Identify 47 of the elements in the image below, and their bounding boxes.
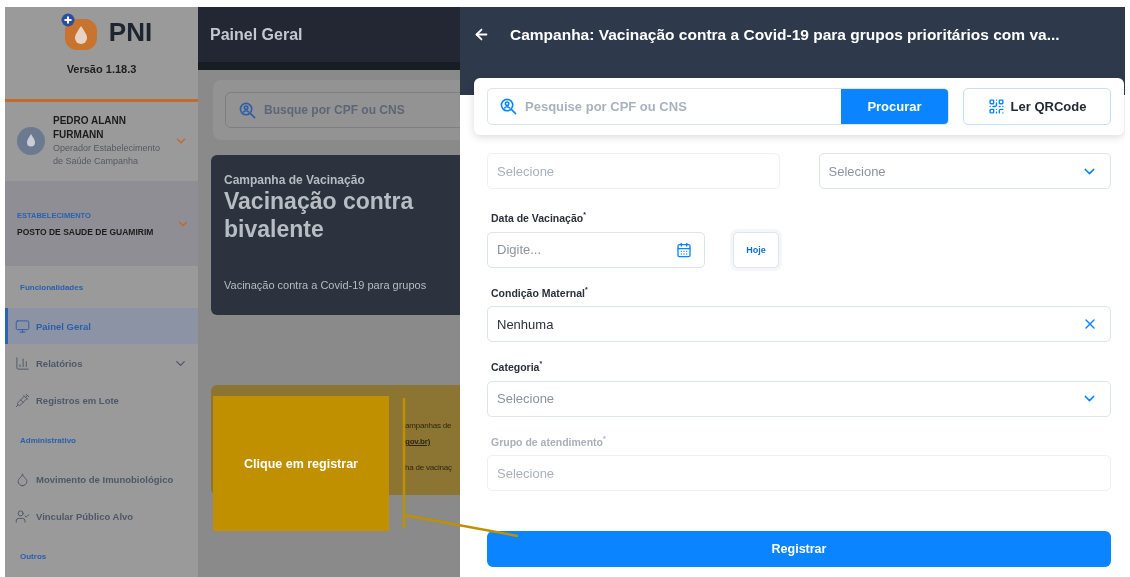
select-field[interactable]: Selecione <box>818 153 1111 189</box>
version-text: Versão 1.18.3 <box>66 63 137 75</box>
field-label: Data de Vacinação$^{*}$ <box>491 210 587 225</box>
user-role: Operador Estabelecimento de Saúde Campanha <box>53 142 162 169</box>
app-name: PNI <box>108 16 153 48</box>
campaign-title: Vacinação contra <box>224 187 415 215</box>
search-icon <box>239 101 256 119</box>
campaign-description: Vacinação contra a Covid-19 para grupos <box>224 279 428 291</box>
section-title: Funcionalidades <box>19 282 85 295</box>
field-label: Grupo de atendimento$^{*}$ <box>491 433 607 448</box>
monitor-icon <box>15 318 30 334</box>
user-check-icon <box>15 508 30 524</box>
field-label: Condição Maternal$^{*}$ <box>491 284 589 299</box>
sidebar-item[interactable]: Relatórios <box>5 345 198 382</box>
sidebar-item[interactable]: Registros em Lote <box>5 382 198 419</box>
field-label: Categoria$^{*}$ <box>491 359 544 374</box>
notice-link[interactable]: gov.br) <box>405 435 431 448</box>
sidebar-item[interactable]: Vincular Público Alvo <box>5 498 198 534</box>
sidebar-item[interactable]: Movimento de Imunobiológico <box>5 461 198 498</box>
campaign-eyebrow: Campanha de Vacinação <box>224 173 366 187</box>
establishment-name: POSTO DE SAUDE DE GUAMIRIM <box>17 226 155 237</box>
page-title: Painel Geral <box>210 25 303 44</box>
notice-text: ampanhas de <box>405 420 452 432</box>
select-field[interactable]: Selecione <box>487 380 1111 417</box>
droplet-icon <box>15 471 30 487</box>
bar-chart-icon <box>15 355 30 371</box>
register-button[interactable]: Registrar <box>487 531 1111 567</box>
search-button[interactable]: Procurar <box>841 89 948 124</box>
search-icon <box>500 98 517 115</box>
notice-text: ha de vacinaç <box>405 462 452 474</box>
section-title: Administrativo <box>19 435 77 448</box>
sidebar-item[interactable]: Painel Geral <box>5 308 198 345</box>
today-button[interactable]: Hoje <box>733 231 779 268</box>
section-title: Outros <box>19 551 48 563</box>
search-field[interactable]: Pesquise por CPF ou CNS Procurar <box>487 88 949 125</box>
avatar-icon <box>17 127 45 156</box>
user-name: PEDRO ALANN FURMANN <box>53 114 127 143</box>
drawer-title: Campanha: Vacinação contra a Covid-19 para grupos prioritários com va... <box>510 25 1060 44</box>
logo-icon <box>60 13 99 51</box>
calendar-icon[interactable] <box>676 241 692 258</box>
qr-code-icon <box>987 98 1005 115</box>
tooltip-callout: Clique em registrar <box>213 396 389 531</box>
qr-code-button[interactable]: Ler QRCode <box>963 88 1111 125</box>
campaign-title: bivalente <box>224 215 325 243</box>
select-field[interactable]: Nenhuma <box>487 306 1111 342</box>
date-field[interactable]: Digite... <box>487 231 705 268</box>
syringe-icon <box>15 392 30 408</box>
